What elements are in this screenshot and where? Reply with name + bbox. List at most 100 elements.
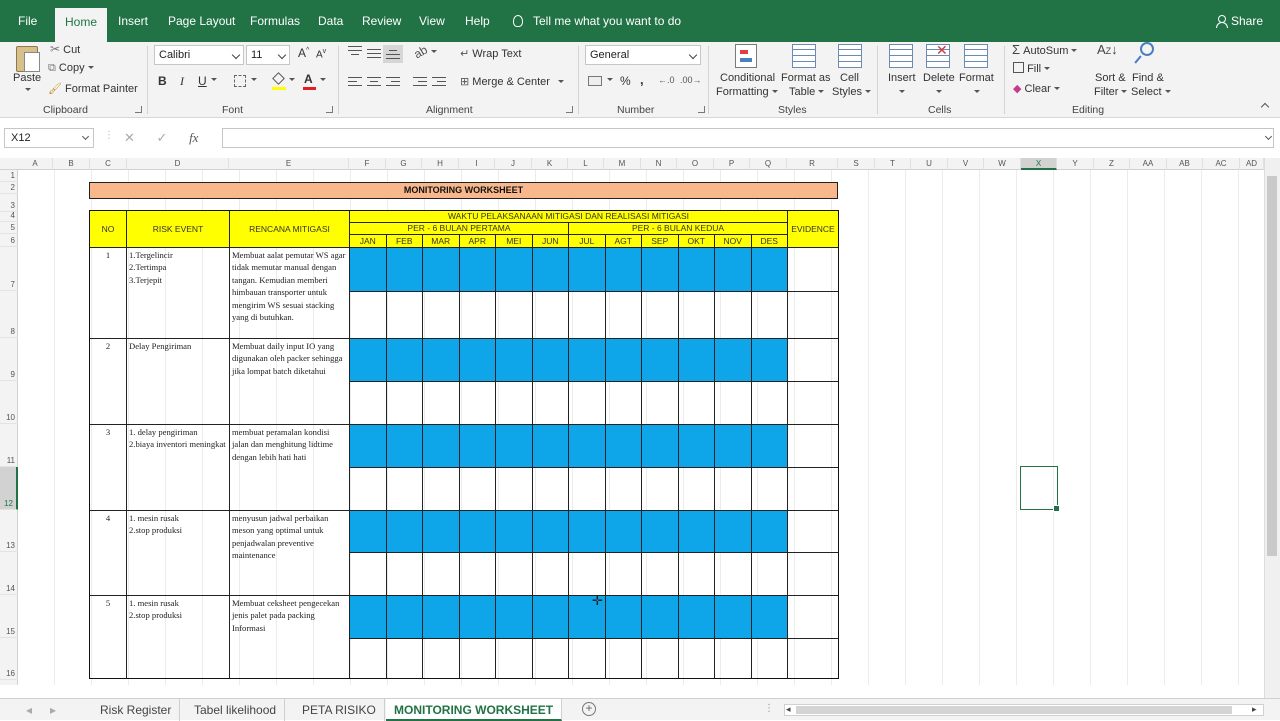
month-header[interactable]: JUL [568, 234, 606, 248]
column-header[interactable]: Q [750, 158, 787, 170]
enter-icon[interactable]: ✓ [157, 130, 168, 145]
evidence-cell[interactable] [787, 247, 839, 292]
plan-month-cell[interactable] [349, 424, 387, 468]
add-sheet-button[interactable]: + [582, 702, 596, 716]
realization-month-cell[interactable] [604, 381, 642, 425]
realization-month-cell[interactable] [458, 291, 496, 339]
tab-insert[interactable]: Insert [118, 0, 148, 42]
month-header[interactable]: FEB [385, 234, 423, 248]
number-launcher-icon[interactable] [698, 106, 705, 113]
realization-month-cell[interactable] [604, 552, 642, 596]
realization-month-cell[interactable] [677, 638, 715, 679]
plan-month-cell[interactable] [495, 595, 533, 639]
sheet-tab-tabel-likelihood[interactable]: Tabel likelihood [186, 699, 286, 721]
realization-month-cell[interactable] [750, 291, 788, 339]
plan-month-cell[interactable] [714, 510, 752, 553]
realization-month-cell[interactable] [422, 291, 460, 339]
wrap-text-button[interactable]: ↵ Wrap Text [460, 47, 521, 60]
clipboard-launcher-icon[interactable] [135, 106, 142, 113]
evidence-cell[interactable] [787, 381, 839, 425]
realization-month-cell[interactable] [568, 467, 606, 511]
increase-indent-icon[interactable] [432, 77, 446, 88]
plan-month-cell[interactable] [750, 595, 788, 639]
plan-month-cell[interactable] [422, 595, 460, 639]
plan-month-cell[interactable] [750, 424, 788, 468]
plan-month-cell[interactable] [458, 510, 496, 553]
evidence-cell[interactable] [787, 424, 839, 468]
clear-button[interactable]: ◆ Clear [1013, 82, 1060, 95]
format-painter-button[interactable]: 🖌 Format Painter [48, 82, 138, 95]
plan-month-cell[interactable] [458, 247, 496, 292]
plan-month-cell[interactable] [495, 424, 533, 468]
plan-month-cell[interactable] [385, 595, 423, 639]
share-button[interactable]: Share [1216, 0, 1263, 42]
vertical-scroll-thumb[interactable] [1267, 176, 1277, 556]
plan-month-cell[interactable] [641, 424, 679, 468]
evidence-cell[interactable] [787, 467, 839, 511]
realization-month-cell[interactable] [568, 552, 606, 596]
insert-function-icon[interactable]: fx [189, 130, 198, 145]
plan-month-cell[interactable] [750, 247, 788, 292]
column-header[interactable]: J [495, 158, 532, 170]
column-header[interactable]: A [18, 158, 53, 170]
prev-sheet-icon[interactable]: ◂ [18, 699, 40, 721]
scroll-right-icon[interactable]: ▸ [1252, 704, 1257, 715]
align-center-icon[interactable] [367, 77, 381, 88]
realization-month-cell[interactable] [349, 638, 387, 679]
realization-month-cell[interactable] [714, 381, 752, 425]
realization-month-cell[interactable] [750, 381, 788, 425]
month-header[interactable]: MEI [495, 234, 533, 248]
decrease-decimal-icon[interactable]: .00→ [680, 75, 702, 85]
mitigation-plan-cell[interactable]: Membuat ceksheet pengecekan jenis palet … [229, 595, 350, 679]
realization-month-cell[interactable] [568, 291, 606, 339]
worksheet-title[interactable]: MONITORING WORKSHEET [89, 182, 838, 199]
selected-cell[interactable] [1020, 466, 1060, 512]
plan-month-cell[interactable] [714, 247, 752, 292]
plan-month-cell[interactable] [458, 424, 496, 468]
plan-month-cell[interactable] [495, 510, 533, 553]
horizontal-scroll-thumb[interactable] [796, 706, 1232, 714]
realization-month-cell[interactable] [531, 467, 569, 511]
realization-month-cell[interactable] [458, 467, 496, 511]
plan-month-cell[interactable] [677, 247, 715, 292]
collapse-ribbon-icon[interactable] [1260, 102, 1270, 112]
font-size-select[interactable]: 11 [246, 45, 290, 65]
item-number[interactable]: 5 [89, 595, 127, 679]
realization-month-cell[interactable] [714, 291, 752, 339]
realization-month-cell[interactable] [641, 291, 679, 339]
plan-month-cell[interactable] [531, 338, 569, 382]
month-header[interactable]: OKT [677, 234, 715, 248]
row-header[interactable]: 6 [0, 234, 18, 247]
align-top-icon[interactable] [348, 46, 362, 57]
bold-button[interactable]: B [158, 74, 167, 88]
font-launcher-icon[interactable] [326, 106, 333, 113]
header-risk-event[interactable]: RISK EVENT [126, 210, 230, 248]
realization-month-cell[interactable] [458, 638, 496, 679]
number-format-select[interactable]: General [585, 45, 701, 65]
realization-month-cell[interactable] [422, 381, 460, 425]
realization-month-cell[interactable] [750, 552, 788, 596]
plan-month-cell[interactable] [604, 247, 642, 292]
mitigation-plan-cell[interactable]: menyusun jadwal perbaikan meson yang opt… [229, 510, 350, 596]
mitigation-plan-cell[interactable]: Membuat aalat pemutar WS agar tidak memu… [229, 247, 350, 339]
mitigation-plan-cell[interactable]: Membuat daily input IO yang digunakan ol… [229, 338, 350, 425]
realization-month-cell[interactable] [531, 638, 569, 679]
plan-month-cell[interactable] [750, 510, 788, 553]
realization-month-cell[interactable] [531, 381, 569, 425]
name-box[interactable]: X12 [4, 128, 94, 148]
tab-data[interactable]: Data [318, 0, 343, 42]
underline-dropdown[interactable] [208, 74, 217, 86]
realization-month-cell[interactable] [385, 467, 423, 511]
row-header[interactable]: 3 [0, 194, 18, 212]
more-options-icon[interactable]: ⋮ [104, 130, 114, 141]
tab-split-handle-icon[interactable]: ⋮ [764, 703, 774, 714]
column-header[interactable]: W [984, 158, 1021, 170]
tab-formulas[interactable]: Formulas [250, 0, 300, 42]
realization-month-cell[interactable] [422, 552, 460, 596]
realization-month-cell[interactable] [677, 467, 715, 511]
realization-month-cell[interactable] [714, 552, 752, 596]
column-header[interactable]: E [229, 158, 349, 170]
column-header[interactable]: H [422, 158, 459, 170]
increase-decimal-icon[interactable]: ←.0 [658, 75, 675, 85]
item-number[interactable]: 4 [89, 510, 127, 596]
